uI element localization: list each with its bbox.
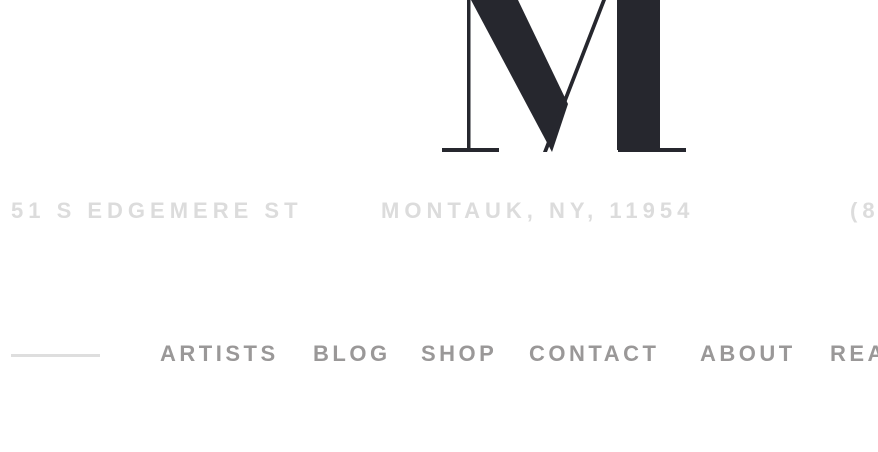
main-nav: ARTISTS BLOG SHOP CONTACT ABOUT REA	[0, 338, 878, 370]
nav-item-shop[interactable]: SHOP	[421, 338, 497, 370]
logo-m-glyph	[442, 0, 686, 152]
site-logo[interactable]	[440, 0, 690, 156]
nav-item-blog[interactable]: BLOG	[313, 338, 391, 370]
nav-item-artists[interactable]: ARTISTS	[160, 338, 279, 370]
address-phone[interactable]: (8	[850, 196, 878, 226]
nav-item-about[interactable]: ABOUT	[700, 338, 796, 370]
address-city: MONTAUK, NY, 11954	[381, 198, 695, 223]
nav-item-rea[interactable]: REA	[830, 338, 878, 370]
page: 51 S EDGEMERE ST MONTAUK, NY, 11954 (8 A…	[0, 0, 878, 452]
address-bar: 51 S EDGEMERE ST MONTAUK, NY, 11954 (8	[0, 196, 878, 226]
address-street: 51 S EDGEMERE ST	[11, 198, 303, 223]
nav-divider	[11, 354, 100, 357]
nav-item-contact[interactable]: CONTACT	[529, 338, 659, 370]
